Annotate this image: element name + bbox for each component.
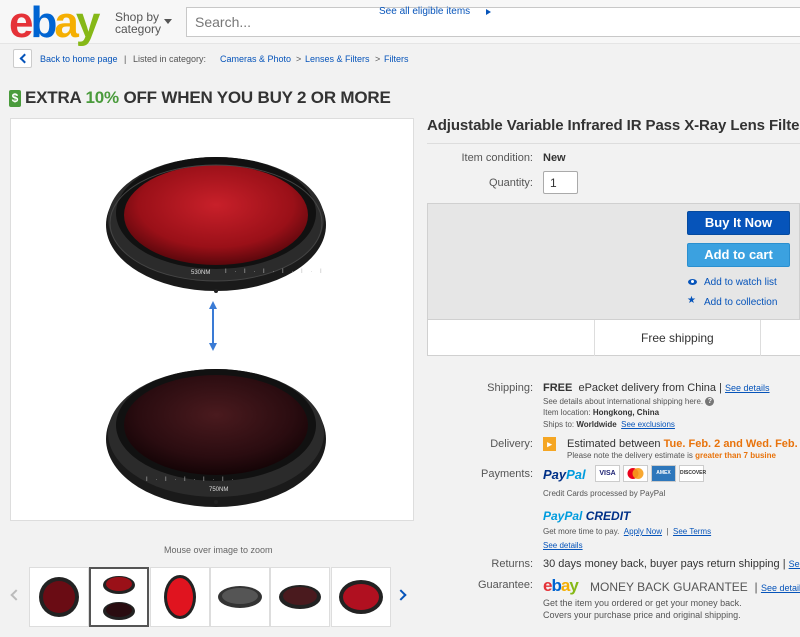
payments-label: Payments:	[481, 468, 533, 480]
apply-now-link[interactable]: Apply Now	[624, 527, 662, 536]
see-eligible-items-link[interactable]: See all eligible items	[379, 6, 470, 17]
eye-icon	[688, 279, 697, 285]
thumbnail-4[interactable]	[210, 567, 270, 627]
breadcrumb-cameras[interactable]: Cameras & Photo	[220, 54, 291, 64]
condition-label: Item condition:	[461, 152, 533, 164]
guarantee-line-1: Get the item you ordered or get your mon…	[543, 598, 742, 608]
divider	[427, 143, 800, 144]
chevron-down-icon[interactable]	[164, 19, 172, 24]
divider	[594, 320, 595, 356]
see-exclusions-link[interactable]: See exclusions	[621, 420, 675, 429]
thumbnail-3[interactable]	[150, 567, 210, 627]
delivery-estimate: Estimated between Tue. Feb. 2 and Wed. F…	[567, 438, 800, 450]
listed-in-label: Listed in category:	[133, 54, 207, 64]
condition-value: New	[543, 152, 566, 164]
product-title: Adjustable Variable Infrared IR Pass X-R…	[427, 117, 800, 134]
returns-see-link[interactable]: See	[789, 559, 800, 569]
paypal-credit-logo: PayPal CREDIT	[543, 509, 631, 523]
amex-card-icon: AMEX	[651, 465, 676, 482]
promo-text: EXTRA 10% OFF WHEN YOU BUY 2 OR MORE	[25, 88, 391, 107]
main-product-image[interactable]: 530NM I · I · I · I · I · I I · I · I · …	[10, 118, 414, 521]
svg-text:I · I · I · I · I ·: I · I · I · I · I ·	[146, 477, 236, 483]
divider	[760, 320, 761, 356]
dollar-tag-icon: $	[9, 90, 21, 107]
guarantee-details-link[interactable]: See details	[761, 583, 800, 593]
help-icon[interactable]: ?	[705, 397, 715, 407]
ebay-logo[interactable]: ebay	[9, 1, 100, 45]
thumbnail-6[interactable]	[331, 567, 391, 627]
delivery-label: Delivery:	[490, 438, 533, 450]
intl-shipping-note: See details about international shipping…	[543, 397, 715, 407]
quantity-input[interactable]	[543, 171, 578, 194]
quantity-label: Quantity:	[488, 177, 533, 189]
shipping-strip	[428, 319, 800, 356]
breadcrumb-filters[interactable]: Filters	[384, 54, 409, 64]
ebay-mbg-logo: ebay	[543, 576, 579, 595]
ships-to: Ships to: Worldwide See exclusions	[543, 420, 675, 429]
guarantee-line-2: Covers your purchase price and original …	[543, 610, 741, 620]
paypal-logo: PayPal	[543, 467, 586, 482]
item-location: Item location: Hongkong, China	[543, 408, 660, 417]
shipping-details-link[interactable]: See details	[725, 383, 770, 393]
svg-text:I · I · I · I · I · I: I · I · I · I · I · I	[225, 269, 325, 275]
add-to-collection-link[interactable]: Add to collection	[704, 297, 777, 308]
credit-note: Get more time to pay. Apply Now | See Te…	[543, 527, 712, 536]
caret-right-icon	[486, 9, 491, 15]
delivery-note: Please note the delivery estimate is gre…	[567, 451, 776, 460]
buy-it-now-button[interactable]: Buy It Now	[687, 211, 790, 235]
returns-text: 30 days money back, buyer pays return sh…	[543, 558, 800, 570]
mastercard-icon	[623, 465, 648, 482]
see-terms-link[interactable]: See Terms	[673, 527, 711, 536]
discover-card-icon: DISCOVER	[679, 465, 706, 482]
guarantee-label: Guarantee:	[477, 579, 533, 591]
add-to-watch-list-link[interactable]: Add to watch list	[704, 277, 777, 288]
returns-label: Returns:	[491, 558, 533, 570]
visa-card-icon: VISA	[595, 465, 620, 482]
breadcrumb-separator: >	[375, 54, 381, 64]
breadcrumb-lenses[interactable]: Lenses & Filters	[305, 54, 370, 64]
free-shipping-text: Free shipping	[641, 331, 714, 345]
thumbnail-next-icon[interactable]	[395, 589, 407, 601]
back-arrow-icon[interactable]	[13, 49, 32, 68]
star-icon: ★	[687, 295, 696, 306]
zoom-hint: Mouse over image to zoom	[164, 545, 273, 555]
shipping-label: Shipping:	[487, 382, 533, 394]
double-arrow-icon	[209, 301, 217, 351]
lens-filter-bottom-image: I · I · I · I · I · 750NM	[106, 369, 326, 507]
thumbnail-5[interactable]	[270, 567, 330, 627]
shop-by-category-button[interactable]: Shop by category	[115, 11, 161, 35]
svg-text:530NM: 530NM	[191, 270, 210, 276]
credit-card-note: Credit Cards processed by PayPal	[543, 489, 666, 498]
thumbnail-1[interactable]	[29, 567, 89, 627]
thumbnail-2[interactable]	[89, 567, 149, 627]
breadcrumb-divider: |	[124, 54, 127, 64]
svg-text:750NM: 750NM	[209, 487, 228, 493]
money-back-guarantee-text: MONEY BACK GUARANTEE | See details	[590, 580, 800, 594]
shipping-method: FREE ePacket delivery from China | See d…	[543, 382, 770, 394]
credit-details-link[interactable]: See details	[543, 541, 583, 550]
thumbnail-prev-icon[interactable]	[10, 589, 22, 601]
calendar-icon: ▸	[543, 437, 556, 451]
breadcrumb-separator: >	[296, 54, 302, 64]
search-input[interactable]	[186, 7, 800, 37]
lens-filter-top-image: 530NM I · I · I · I · I · I	[106, 157, 326, 291]
add-to-cart-button[interactable]: Add to cart	[687, 243, 790, 267]
back-to-home-link[interactable]: Back to home page	[40, 54, 118, 64]
